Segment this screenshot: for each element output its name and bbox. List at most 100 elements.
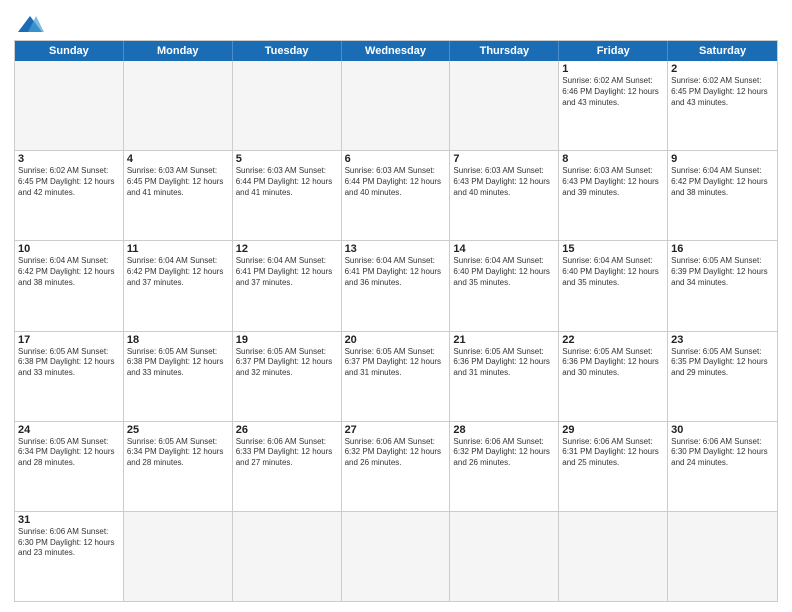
cell-info: Sunrise: 6:03 AM Sunset: 6:43 PM Dayligh…	[562, 166, 664, 198]
header-cell-saturday: Saturday	[668, 41, 777, 61]
day-number: 20	[345, 334, 447, 346]
calendar-cell: 12Sunrise: 6:04 AM Sunset: 6:41 PM Dayli…	[233, 241, 342, 330]
day-number: 31	[18, 514, 120, 526]
day-number: 30	[671, 424, 774, 436]
calendar-cell: 5Sunrise: 6:03 AM Sunset: 6:44 PM Daylig…	[233, 151, 342, 240]
cell-info: Sunrise: 6:05 AM Sunset: 6:36 PM Dayligh…	[562, 347, 664, 379]
header-cell-wednesday: Wednesday	[342, 41, 451, 61]
calendar-cell: 27Sunrise: 6:06 AM Sunset: 6:32 PM Dayli…	[342, 422, 451, 511]
calendar-cell: 19Sunrise: 6:05 AM Sunset: 6:37 PM Dayli…	[233, 332, 342, 421]
day-number: 13	[345, 243, 447, 255]
calendar-cell	[342, 512, 451, 601]
header	[14, 10, 778, 34]
calendar-cell: 21Sunrise: 6:05 AM Sunset: 6:36 PM Dayli…	[450, 332, 559, 421]
cell-info: Sunrise: 6:02 AM Sunset: 6:45 PM Dayligh…	[18, 166, 120, 198]
calendar-cell: 22Sunrise: 6:05 AM Sunset: 6:36 PM Dayli…	[559, 332, 668, 421]
cell-info: Sunrise: 6:05 AM Sunset: 6:36 PM Dayligh…	[453, 347, 555, 379]
cell-info: Sunrise: 6:04 AM Sunset: 6:40 PM Dayligh…	[562, 256, 664, 288]
day-number: 17	[18, 334, 120, 346]
cell-info: Sunrise: 6:04 AM Sunset: 6:40 PM Dayligh…	[453, 256, 555, 288]
calendar-cell: 9Sunrise: 6:04 AM Sunset: 6:42 PM Daylig…	[668, 151, 777, 240]
calendar-cell: 28Sunrise: 6:06 AM Sunset: 6:32 PM Dayli…	[450, 422, 559, 511]
calendar-row: 3Sunrise: 6:02 AM Sunset: 6:45 PM Daylig…	[15, 150, 777, 240]
cell-info: Sunrise: 6:05 AM Sunset: 6:35 PM Dayligh…	[671, 347, 774, 379]
calendar-cell: 23Sunrise: 6:05 AM Sunset: 6:35 PM Dayli…	[668, 332, 777, 421]
cell-info: Sunrise: 6:05 AM Sunset: 6:38 PM Dayligh…	[127, 347, 229, 379]
cell-info: Sunrise: 6:04 AM Sunset: 6:42 PM Dayligh…	[127, 256, 229, 288]
day-number: 3	[18, 153, 120, 165]
calendar-cell	[15, 61, 124, 150]
calendar-cell: 17Sunrise: 6:05 AM Sunset: 6:38 PM Dayli…	[15, 332, 124, 421]
calendar-cell: 1Sunrise: 6:02 AM Sunset: 6:46 PM Daylig…	[559, 61, 668, 150]
day-number: 2	[671, 63, 774, 75]
cell-info: Sunrise: 6:04 AM Sunset: 6:42 PM Dayligh…	[671, 166, 774, 198]
calendar-cell: 24Sunrise: 6:05 AM Sunset: 6:34 PM Dayli…	[15, 422, 124, 511]
calendar-cell: 18Sunrise: 6:05 AM Sunset: 6:38 PM Dayli…	[124, 332, 233, 421]
header-cell-tuesday: Tuesday	[233, 41, 342, 61]
cell-info: Sunrise: 6:03 AM Sunset: 6:44 PM Dayligh…	[236, 166, 338, 198]
cell-info: Sunrise: 6:05 AM Sunset: 6:37 PM Dayligh…	[345, 347, 447, 379]
header-cell-friday: Friday	[559, 41, 668, 61]
day-number: 18	[127, 334, 229, 346]
cell-info: Sunrise: 6:04 AM Sunset: 6:42 PM Dayligh…	[18, 256, 120, 288]
calendar-cell: 31Sunrise: 6:06 AM Sunset: 6:30 PM Dayli…	[15, 512, 124, 601]
day-number: 28	[453, 424, 555, 436]
calendar-cell	[124, 512, 233, 601]
cell-info: Sunrise: 6:03 AM Sunset: 6:43 PM Dayligh…	[453, 166, 555, 198]
calendar-cell: 4Sunrise: 6:03 AM Sunset: 6:45 PM Daylig…	[124, 151, 233, 240]
page: SundayMondayTuesdayWednesdayThursdayFrid…	[0, 0, 792, 612]
calendar-cell: 25Sunrise: 6:05 AM Sunset: 6:34 PM Dayli…	[124, 422, 233, 511]
calendar-cell	[559, 512, 668, 601]
day-number: 5	[236, 153, 338, 165]
calendar-cell: 7Sunrise: 6:03 AM Sunset: 6:43 PM Daylig…	[450, 151, 559, 240]
cell-info: Sunrise: 6:06 AM Sunset: 6:33 PM Dayligh…	[236, 437, 338, 469]
cell-info: Sunrise: 6:04 AM Sunset: 6:41 PM Dayligh…	[236, 256, 338, 288]
day-number: 26	[236, 424, 338, 436]
calendar: SundayMondayTuesdayWednesdayThursdayFrid…	[14, 40, 778, 602]
calendar-row: 10Sunrise: 6:04 AM Sunset: 6:42 PM Dayli…	[15, 240, 777, 330]
day-number: 23	[671, 334, 774, 346]
cell-info: Sunrise: 6:03 AM Sunset: 6:45 PM Dayligh…	[127, 166, 229, 198]
calendar-cell: 8Sunrise: 6:03 AM Sunset: 6:43 PM Daylig…	[559, 151, 668, 240]
calendar-cell: 15Sunrise: 6:04 AM Sunset: 6:40 PM Dayli…	[559, 241, 668, 330]
calendar-body: 1Sunrise: 6:02 AM Sunset: 6:46 PM Daylig…	[15, 61, 777, 601]
day-number: 11	[127, 243, 229, 255]
day-number: 8	[562, 153, 664, 165]
cell-info: Sunrise: 6:04 AM Sunset: 6:41 PM Dayligh…	[345, 256, 447, 288]
day-number: 27	[345, 424, 447, 436]
calendar-cell: 20Sunrise: 6:05 AM Sunset: 6:37 PM Dayli…	[342, 332, 451, 421]
day-number: 29	[562, 424, 664, 436]
calendar-cell: 29Sunrise: 6:06 AM Sunset: 6:31 PM Dayli…	[559, 422, 668, 511]
cell-info: Sunrise: 6:02 AM Sunset: 6:46 PM Dayligh…	[562, 76, 664, 108]
day-number: 24	[18, 424, 120, 436]
calendar-cell: 26Sunrise: 6:06 AM Sunset: 6:33 PM Dayli…	[233, 422, 342, 511]
cell-info: Sunrise: 6:06 AM Sunset: 6:32 PM Dayligh…	[453, 437, 555, 469]
header-cell-monday: Monday	[124, 41, 233, 61]
logo	[14, 10, 44, 34]
day-number: 7	[453, 153, 555, 165]
cell-info: Sunrise: 6:06 AM Sunset: 6:30 PM Dayligh…	[18, 527, 120, 559]
cell-info: Sunrise: 6:05 AM Sunset: 6:34 PM Dayligh…	[127, 437, 229, 469]
cell-info: Sunrise: 6:03 AM Sunset: 6:44 PM Dayligh…	[345, 166, 447, 198]
calendar-cell	[124, 61, 233, 150]
cell-info: Sunrise: 6:05 AM Sunset: 6:37 PM Dayligh…	[236, 347, 338, 379]
calendar-cell: 16Sunrise: 6:05 AM Sunset: 6:39 PM Dayli…	[668, 241, 777, 330]
day-number: 22	[562, 334, 664, 346]
cell-info: Sunrise: 6:05 AM Sunset: 6:39 PM Dayligh…	[671, 256, 774, 288]
calendar-cell	[450, 61, 559, 150]
day-number: 25	[127, 424, 229, 436]
calendar-cell: 14Sunrise: 6:04 AM Sunset: 6:40 PM Dayli…	[450, 241, 559, 330]
calendar-cell: 11Sunrise: 6:04 AM Sunset: 6:42 PM Dayli…	[124, 241, 233, 330]
day-number: 12	[236, 243, 338, 255]
day-number: 21	[453, 334, 555, 346]
calendar-cell: 2Sunrise: 6:02 AM Sunset: 6:45 PM Daylig…	[668, 61, 777, 150]
calendar-cell: 30Sunrise: 6:06 AM Sunset: 6:30 PM Dayli…	[668, 422, 777, 511]
day-number: 10	[18, 243, 120, 255]
day-number: 15	[562, 243, 664, 255]
cell-info: Sunrise: 6:05 AM Sunset: 6:38 PM Dayligh…	[18, 347, 120, 379]
cell-info: Sunrise: 6:06 AM Sunset: 6:31 PM Dayligh…	[562, 437, 664, 469]
calendar-cell: 13Sunrise: 6:04 AM Sunset: 6:41 PM Dayli…	[342, 241, 451, 330]
calendar-cell	[668, 512, 777, 601]
calendar-row: 24 Sunrise: 6:05 AM Sunset: 6:34 PM Dayli…	[15, 421, 777, 511]
calendar-cell	[233, 61, 342, 150]
